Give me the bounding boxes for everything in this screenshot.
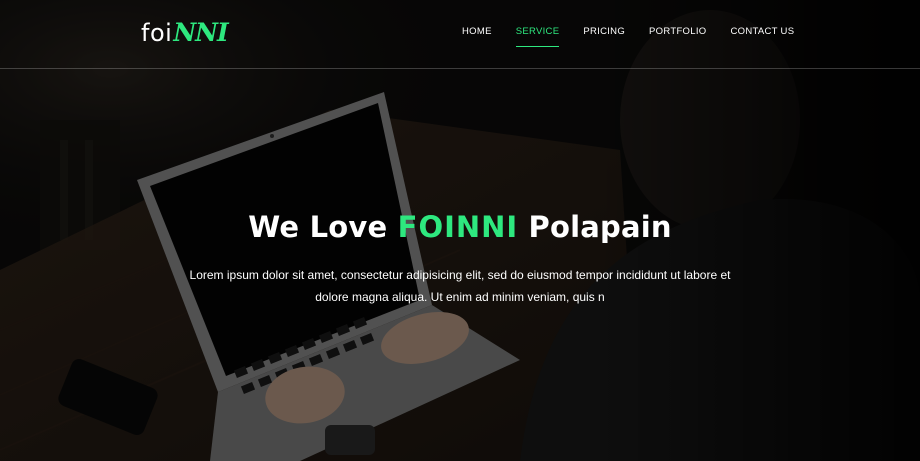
hero-description: Lorem ipsum dolor sit amet, consectetur …: [189, 268, 731, 304]
hero-title-accent: FOINNI: [397, 210, 519, 244]
hero-title-after: Polapain: [528, 210, 672, 244]
hero-title: We Love FOINNI Polapain: [0, 210, 920, 244]
nav-item-service[interactable]: SERVICE: [515, 26, 560, 47]
logo-text-accent: NNI: [173, 18, 228, 47]
nav-item-contact-us[interactable]: CONTACT US: [730, 26, 794, 47]
hero-title-before: We Love: [248, 210, 388, 244]
nav-item-pricing[interactable]: PRICING: [583, 26, 625, 47]
brand-logo[interactable]: foi NNI: [141, 18, 229, 52]
main-nav: HOME SERVICE PRICING PORTFOLIO CONTACT U…: [462, 26, 818, 47]
nav-item-portfolio[interactable]: PORTFOLIO: [649, 26, 706, 47]
nav-item-home[interactable]: HOME: [462, 26, 492, 47]
logo-text-primary: foi: [141, 19, 173, 47]
site-header: foi NNI HOME SERVICE PRICING PORTFOLIO C…: [0, 0, 920, 69]
